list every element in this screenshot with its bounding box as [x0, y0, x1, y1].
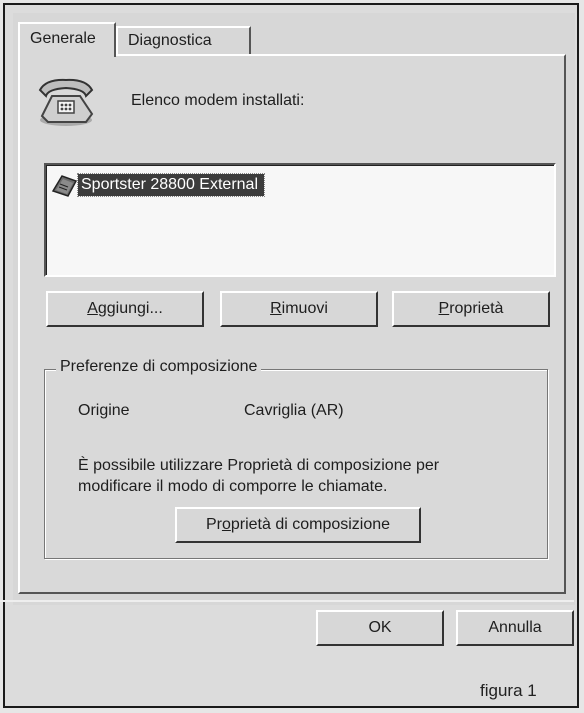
modem-icon [51, 175, 78, 197]
properties-mnemonic: P [438, 300, 450, 317]
modem-list-heading: Elenco modem installati: [131, 92, 305, 109]
description-line-1: È possibile utilizzare Proprietà di comp… [78, 457, 440, 474]
remove-mnemonic: R [270, 300, 282, 317]
list-item[interactable]: Sportster 28800 External [50, 171, 265, 199]
figure-caption: figura 1 [480, 681, 537, 700]
add-mnemonic: A [87, 300, 98, 317]
properties-label: roprietà [449, 300, 504, 317]
ok-button[interactable]: OK [316, 610, 444, 646]
properties-button[interactable]: Proprietà [392, 291, 550, 327]
add-button[interactable]: Aggiungi... [46, 291, 204, 327]
origin-value: Cavriglia (AR) [244, 402, 344, 419]
origin-label: Origine [78, 402, 130, 419]
dialing-description: È possibile utilizzare Proprietà di comp… [78, 455, 518, 497]
dialing-properties-button[interactable]: Pr o prietà di composizione [175, 507, 421, 543]
list-item-label: Sportster 28800 External [77, 173, 265, 197]
tab-generale[interactable]: Generale [18, 22, 116, 57]
modem-listbox[interactable]: Sportster 28800 External [44, 163, 556, 277]
dialing-button-label-end: prietà di composizione [230, 516, 391, 533]
telephone-icon [38, 78, 94, 126]
cancel-button[interactable]: Annulla [456, 610, 574, 646]
group-title: Preferenze di composizione [56, 358, 262, 376]
add-label: ggiungi... [97, 300, 163, 317]
tab-diagnostica[interactable]: Diagnostica [116, 26, 251, 54]
dialing-button-label-start: Pr [205, 516, 222, 533]
dialing-button-mnemonic: o [221, 516, 231, 533]
remove-button[interactable]: Rimuovi [220, 291, 378, 327]
divider [0, 600, 574, 602]
remove-label: imuovi [281, 300, 328, 317]
description-line-2: modificare il modo di comporre le chiama… [78, 478, 388, 495]
